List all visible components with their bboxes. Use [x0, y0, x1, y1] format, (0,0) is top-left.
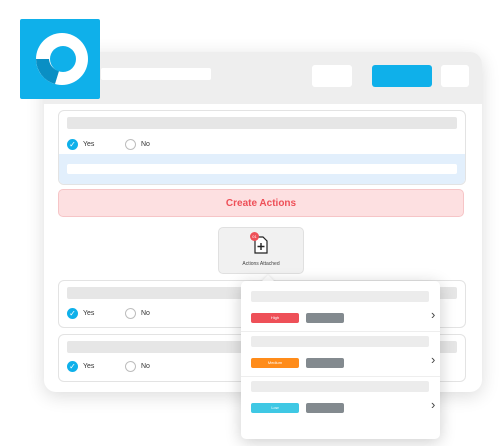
- chevron-right-icon[interactable]: ›: [431, 307, 435, 322]
- window-header: [44, 52, 482, 104]
- option-yes-label: Yes: [83, 363, 95, 370]
- chevron-right-icon[interactable]: ›: [431, 352, 435, 367]
- option-yes[interactable]: ✓ Yes: [67, 361, 94, 372]
- attachment-count-badge: 01: [250, 232, 259, 241]
- option-yes[interactable]: ✓ Yes: [67, 308, 94, 319]
- option-no[interactable]: No: [125, 139, 150, 150]
- chevron-right-icon[interactable]: ›: [431, 397, 435, 412]
- option-no-label: No: [141, 310, 150, 317]
- assignee-tag: [306, 358, 344, 368]
- header-button-small[interactable]: [441, 65, 469, 87]
- question-text-placeholder: [67, 117, 457, 129]
- option-no-label: No: [141, 363, 150, 370]
- action-title-placeholder: [251, 381, 429, 392]
- create-actions-button[interactable]: Create Actions: [58, 189, 464, 217]
- radio-icon: [125, 308, 136, 319]
- priority-tag-low: Low: [251, 403, 299, 413]
- header-button-secondary[interactable]: [312, 65, 352, 87]
- option-yes-label: Yes: [83, 141, 95, 148]
- question-card-1: ✓ Yes No: [58, 110, 466, 185]
- action-title-placeholder: [251, 291, 429, 302]
- actions-attached-label: Actions Attached: [242, 261, 280, 267]
- answer-input[interactable]: [67, 164, 457, 174]
- radio-icon: [125, 139, 136, 150]
- actions-attached-button[interactable]: 01 Actions Attached: [218, 227, 304, 274]
- actions-popup: High › Medium › Low ›: [241, 281, 440, 439]
- check-icon: ✓: [67, 361, 78, 372]
- priority-tag-high: High: [251, 313, 299, 323]
- check-icon: ✓: [67, 139, 78, 150]
- header-button-primary[interactable]: [372, 65, 432, 87]
- check-icon: ✓: [67, 308, 78, 319]
- option-no-label: No: [141, 141, 150, 148]
- option-no[interactable]: No: [125, 361, 150, 372]
- create-actions-label: Create Actions: [225, 197, 297, 209]
- header-search-bar[interactable]: [101, 68, 211, 80]
- divider: [241, 331, 440, 332]
- assignee-tag: [306, 313, 344, 323]
- assignee-tag: [306, 403, 344, 413]
- action-title-placeholder: [251, 336, 429, 347]
- priority-tag-medium: Medium: [251, 358, 299, 368]
- answer-field-highlight: [59, 154, 465, 184]
- logo-icon: [36, 33, 88, 85]
- app-logo: [20, 19, 100, 99]
- option-yes-label: Yes: [83, 310, 95, 317]
- divider: [241, 376, 440, 377]
- radio-icon: [125, 361, 136, 372]
- option-no[interactable]: No: [125, 308, 150, 319]
- option-yes[interactable]: ✓ Yes: [67, 139, 94, 150]
